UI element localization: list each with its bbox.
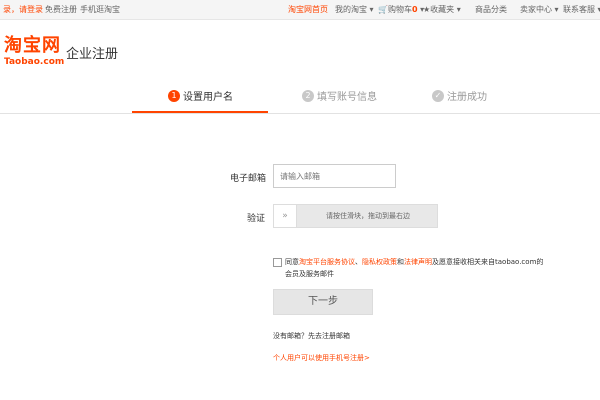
mobile-taobao-link[interactable]: 手机逛淘宝 <box>80 0 120 19</box>
registration-steps: 1 设置用户名 2 填写账号信息 ✓ 注册成功 <box>0 84 600 114</box>
step-success: ✓ 注册成功 <box>432 88 487 108</box>
favorites-menu[interactable]: ★收藏夹 ▾ <box>423 0 461 19</box>
register-email-link[interactable]: 没有邮箱？先去注册邮箱 <box>273 331 350 341</box>
step-label: 设置用户名 <box>183 92 233 103</box>
agree-prefix: 同意 <box>285 258 299 266</box>
verify-label: 验证 <box>247 214 266 224</box>
taobao-logo[interactable]: 淘宝网 Taobao.com <box>4 36 64 68</box>
slider-instruction: 请按住滑块，拖动到最右边 <box>326 212 410 220</box>
logo-en-text: Taobao.com <box>4 57 65 67</box>
next-step-button[interactable]: 下一步 <box>273 289 373 315</box>
step-account-info: 2 填写账号信息 <box>302 88 377 108</box>
top-bar: 录，请登录 免费注册 手机逛淘宝 淘宝网首页 我的淘宝 ▾ 🛒购物车0 ▾ ★收… <box>0 0 600 20</box>
slider-captcha: » 请按住滑块，拖动到最右边 <box>273 204 438 228</box>
logo-cn-text: 淘宝网 <box>4 35 61 56</box>
personal-register-link[interactable]: 个人用户可以使用手机号注册> <box>273 353 370 363</box>
chevron-down-icon: ▾ <box>456 5 461 14</box>
header-divider <box>0 113 600 114</box>
contact-menu[interactable]: 联系客服 ▾ <box>563 0 600 19</box>
cart-count: 0 <box>411 5 418 14</box>
agree-and: 和 <box>397 258 404 266</box>
page-title: 企业注册 <box>66 47 119 62</box>
step-number-icon: 1 <box>168 90 180 102</box>
email-field[interactable] <box>273 164 396 188</box>
privacy-policy-link[interactable]: 隐私权政策 <box>362 258 397 266</box>
chevron-down-icon: ▾ <box>554 5 559 14</box>
taobao-home-link[interactable]: 淘宝网首页 <box>288 0 328 19</box>
email-label: 电子邮箱 <box>230 174 267 184</box>
cart-link[interactable]: 🛒购物车0 ▾ <box>378 0 424 19</box>
register-link[interactable]: 免费注册 <box>45 0 77 19</box>
step-label: 注册成功 <box>447 92 487 103</box>
chevron-down-icon: ▾ <box>369 5 374 14</box>
agreement-text: 同意淘宝平台服务协议、隐私权政策和法律声明及愿意接收相关来自taobao.com… <box>285 256 545 280</box>
double-chevron-right-icon: » <box>282 211 288 221</box>
my-taobao-menu[interactable]: 我的淘宝 ▾ <box>335 0 374 19</box>
agree-checkbox[interactable] <box>273 258 282 267</box>
categories-link[interactable]: 商品分类 <box>475 0 507 19</box>
login-link[interactable]: 录，请登录 <box>3 0 43 19</box>
agree-sep: 、 <box>355 258 362 266</box>
contact-label: 联系客服 <box>563 5 595 14</box>
slider-handle[interactable]: » <box>274 205 297 227</box>
seller-center-menu[interactable]: 卖家中心 ▾ <box>520 0 559 19</box>
step-label: 填写账号信息 <box>317 92 377 103</box>
seller-center-label: 卖家中心 <box>520 5 552 14</box>
check-icon: ✓ <box>432 90 444 102</box>
cart-label: 购物车 <box>387 5 412 14</box>
step-number-icon: 2 <box>302 90 314 102</box>
step-set-username: 1 设置用户名 <box>168 88 233 108</box>
service-agreement-link[interactable]: 淘宝平台服务协议 <box>299 258 355 266</box>
favorites-label: 收藏夹 <box>430 5 455 14</box>
cart-icon: 🛒 <box>378 5 388 14</box>
legal-statement-link[interactable]: 法律声明 <box>404 258 432 266</box>
my-taobao-label: 我的淘宝 <box>335 5 367 14</box>
